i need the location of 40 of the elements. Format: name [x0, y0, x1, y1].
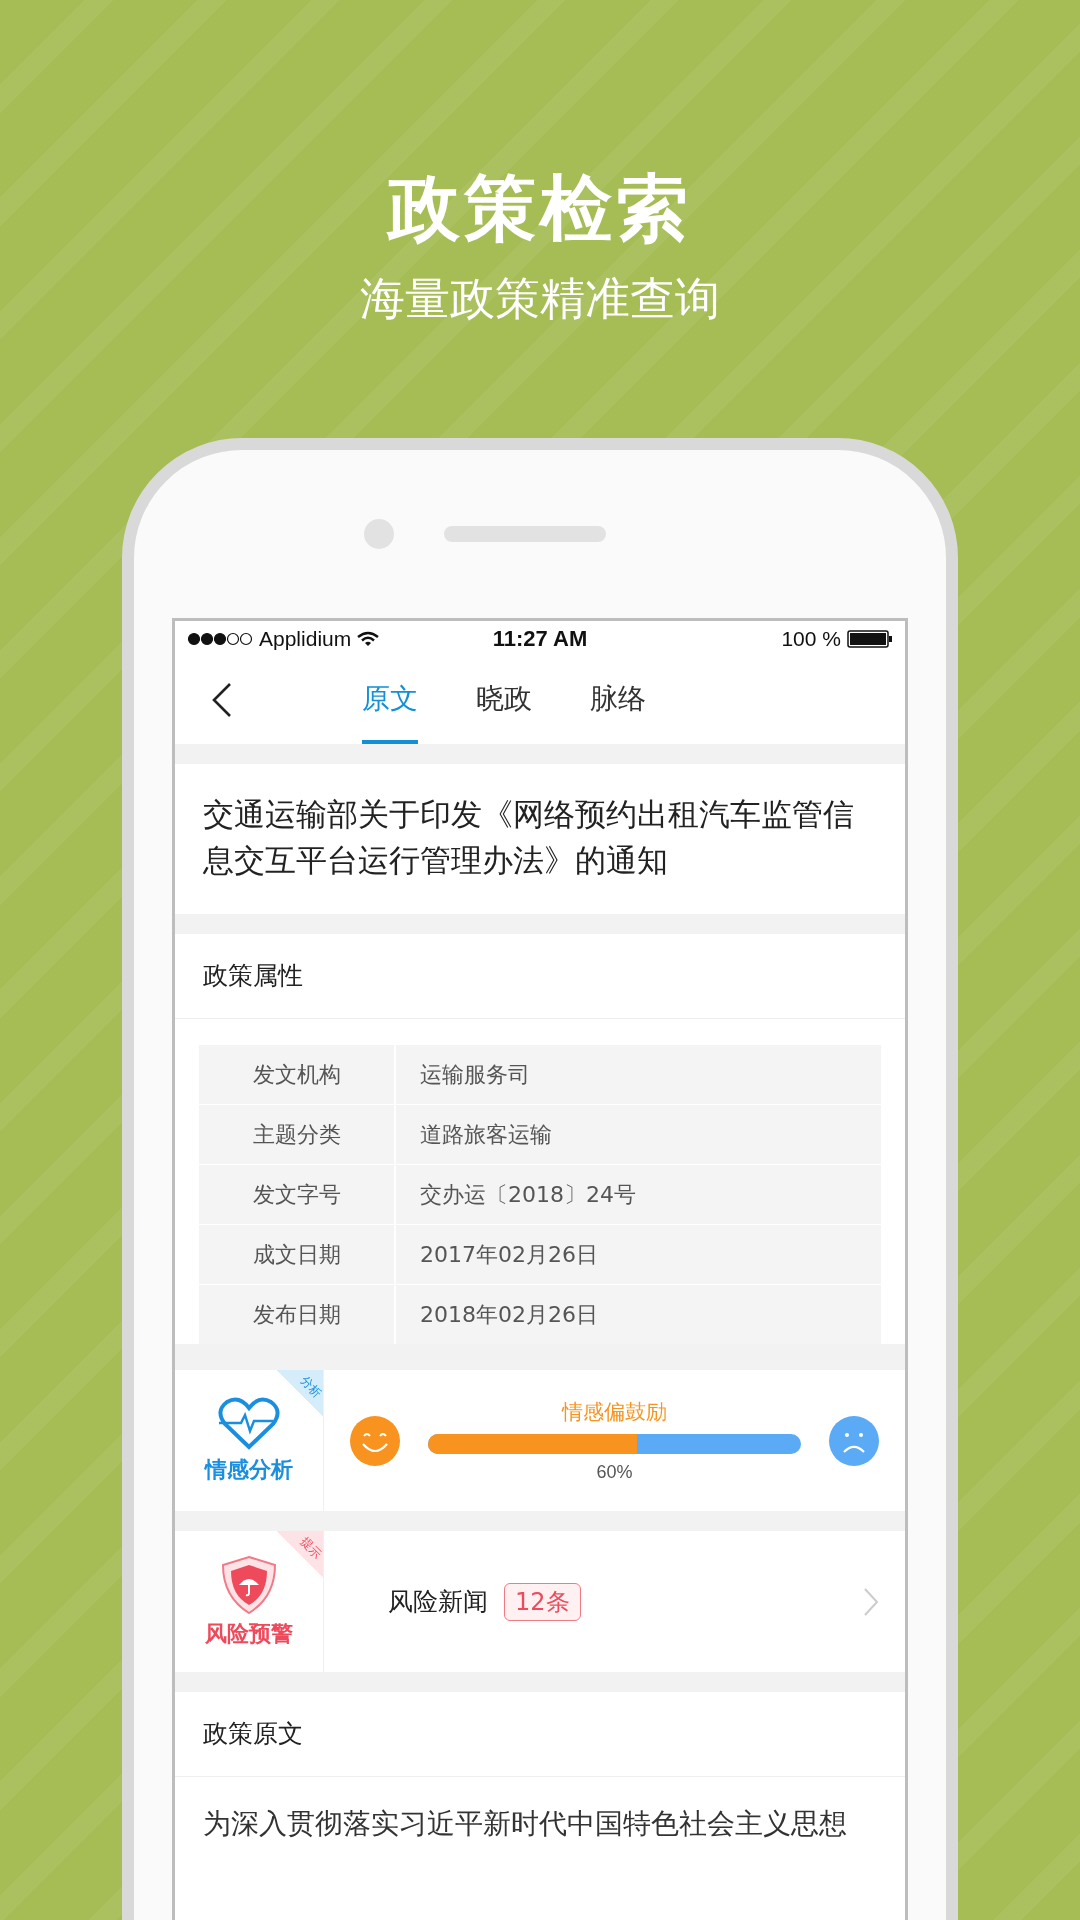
attribute-value: 2018年02月26日 — [419, 1300, 598, 1329]
carrier-name: Applidium — [259, 627, 352, 651]
corner-ribbon: 分析 — [277, 1370, 323, 1416]
tab[interactable]: 晓政 — [476, 657, 532, 744]
corner-ribbon: 提示 — [277, 1531, 323, 1577]
back-icon[interactable] — [211, 682, 233, 718]
status-time: 11:27 AM — [492, 626, 588, 652]
tab[interactable]: 原文 — [362, 657, 418, 744]
camera-icon — [364, 519, 394, 549]
battery-icon — [847, 630, 893, 648]
attribute-label: 成文日期 — [199, 1225, 396, 1284]
battery-percent: 100 % — [781, 627, 841, 651]
attribute-value: 道路旅客运输 — [419, 1120, 552, 1149]
heart-pulse-icon — [217, 1396, 281, 1451]
policy-title: 交通运输部关于印发《网络预约出租汽车监管信息交互平台运行管理办法》的通知 — [203, 796, 855, 880]
attribute-label: 主题分类 — [199, 1105, 396, 1164]
attribute-label: 发文机构 — [199, 1045, 396, 1104]
attribute-value: 运输服务司 — [419, 1060, 530, 1089]
wifi-icon — [357, 631, 380, 647]
smiley-face-icon — [350, 1415, 400, 1466]
attribute-label: 发布日期 — [199, 1285, 396, 1344]
attribute-value: 交办运〔2018〕24号 — [419, 1180, 636, 1209]
attribute-value: 2017年02月26日 — [419, 1240, 598, 1269]
sentiment-percent: 60% — [596, 1462, 633, 1483]
risk-news-title: 风险新闻 — [388, 1586, 488, 1618]
speaker-icon — [444, 526, 606, 542]
attribute-label: 发文字号 — [199, 1165, 396, 1224]
sentiment-label: 情感分析 — [205, 1455, 293, 1484]
sad-face-icon — [829, 1415, 879, 1466]
shield-umbrella-icon — [221, 1554, 277, 1615]
policy-body-text: 为深入贯彻落实习近平新时代中国特色社会主义思想 — [202, 1806, 848, 1842]
section-title: 政策属性 — [175, 934, 905, 1019]
tab[interactable]: 脉络 — [590, 657, 646, 744]
page-title: 政策检索 — [388, 170, 692, 246]
page-subtitle: 海量政策精准查询 — [360, 274, 720, 324]
count-badge: 12条 — [504, 1582, 581, 1621]
section-title: 政策原文 — [175, 1692, 905, 1777]
signal-icon — [187, 632, 253, 646]
risk-label: 风险预警 — [205, 1619, 293, 1648]
sentiment-caption: 情感偏鼓励 — [562, 1399, 667, 1426]
